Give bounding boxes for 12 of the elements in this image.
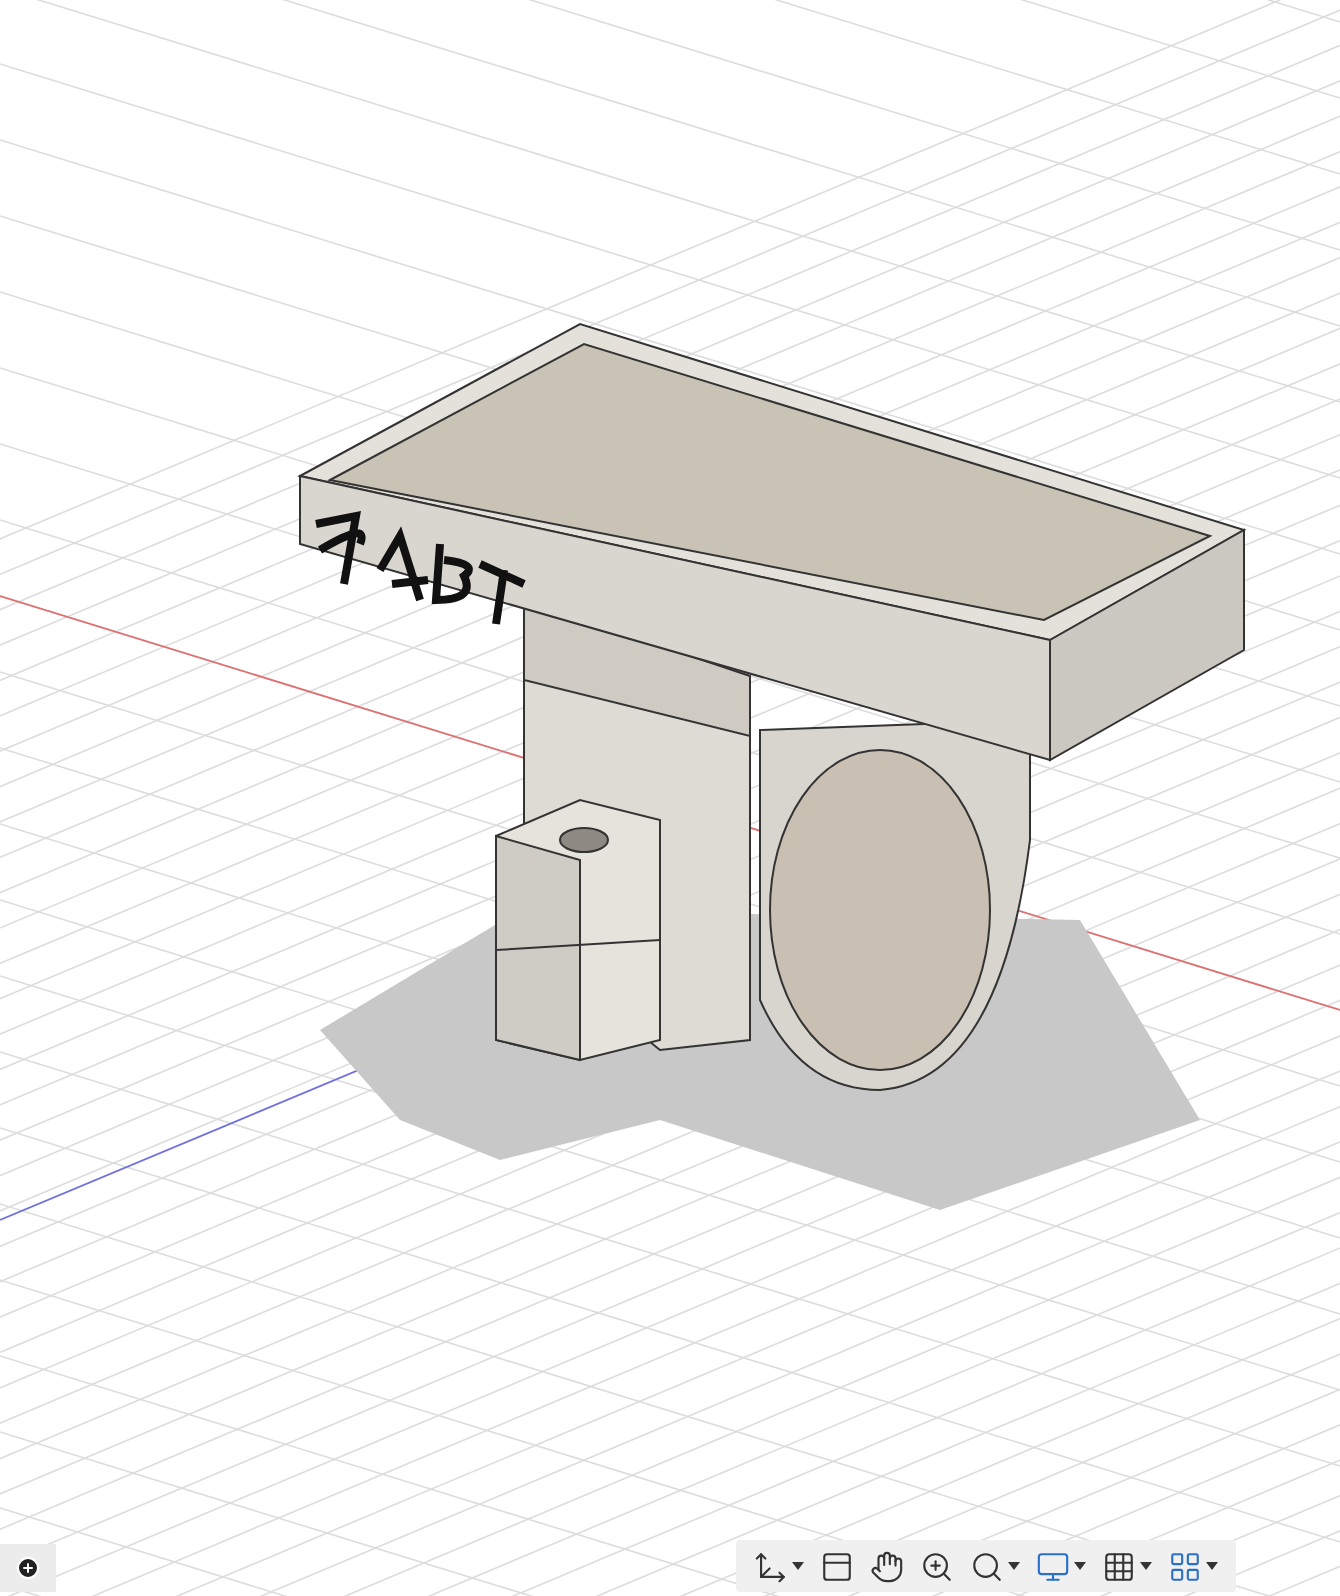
hand-icon (870, 1549, 904, 1583)
caret-icon (1074, 1562, 1086, 1570)
grid-icon (1102, 1549, 1136, 1583)
viewports-icon (1168, 1549, 1202, 1583)
caret-icon (1140, 1562, 1152, 1570)
caret-icon (792, 1562, 804, 1570)
plus-circle-icon (16, 1556, 40, 1580)
add-button[interactable] (0, 1544, 56, 1592)
zoom-icon (920, 1549, 954, 1583)
monitor-icon (1036, 1549, 1070, 1583)
caret-icon (1008, 1562, 1020, 1570)
caret-icon (1206, 1562, 1218, 1570)
